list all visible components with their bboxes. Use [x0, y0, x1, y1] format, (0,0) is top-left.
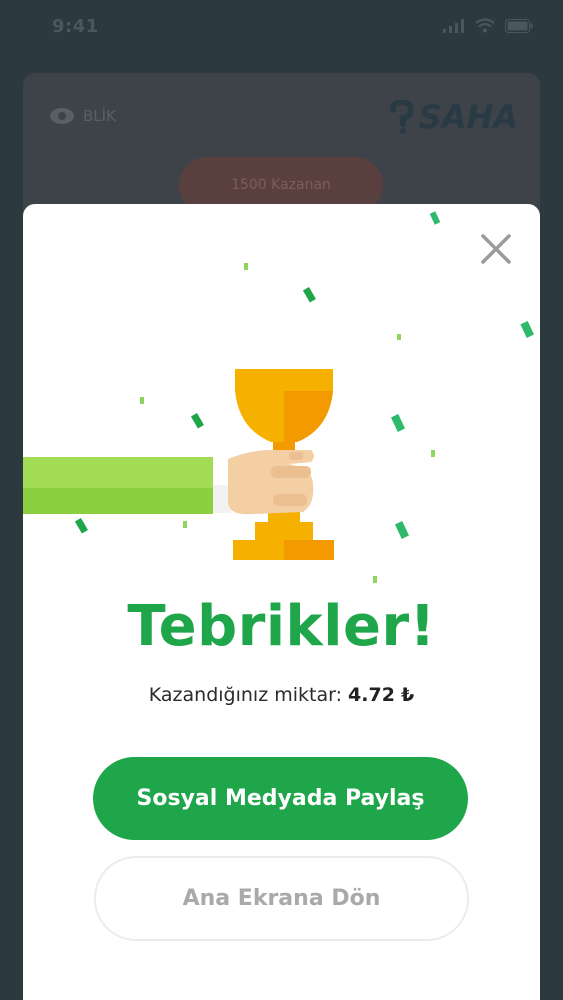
- back-to-home-button-label: Ana Ekrana Dön: [182, 886, 381, 911]
- hand: [228, 449, 314, 515]
- amount-value: 4.72: [348, 684, 395, 706]
- currency-symbol: ₺: [400, 684, 415, 706]
- share-social-button-label: Sosyal Medyada Paylaş: [136, 786, 425, 811]
- amount-line: Kazandığınız miktar: 4.72 ₺: [23, 684, 540, 706]
- background-pill-label: 1500 Kazanan: [231, 177, 331, 193]
- status-bar: 9:41: [0, 0, 563, 56]
- battery-icon: [505, 18, 533, 33]
- status-icons: [443, 18, 533, 33]
- sleeve: [23, 457, 213, 488]
- saha-logo-text: SAHA: [418, 98, 518, 136]
- status-time: 9:41: [52, 16, 99, 37]
- congrats-title: Tebrikler!: [127, 594, 436, 659]
- trophy-illustration: [23, 211, 535, 583]
- share-social-button[interactable]: Sosyal Medyada Paylaş: [93, 757, 468, 840]
- signal-icon: [443, 18, 464, 33]
- eye-icon: [50, 108, 74, 124]
- congrats-modal: Tebrikler! Kazandığınız miktar: 4.72 ₺ S…: [23, 204, 540, 1000]
- saha-logo: SAHA: [387, 98, 518, 136]
- wifi-icon: [475, 18, 495, 33]
- back-to-home-button[interactable]: Ana Ekrana Dön: [94, 856, 469, 941]
- logo-mark-icon: [389, 100, 414, 134]
- amount-label: Kazandığınız miktar:: [148, 684, 349, 706]
- background-left-label: BLİK: [49, 107, 116, 125]
- background-left-text: BLİK: [83, 107, 116, 125]
